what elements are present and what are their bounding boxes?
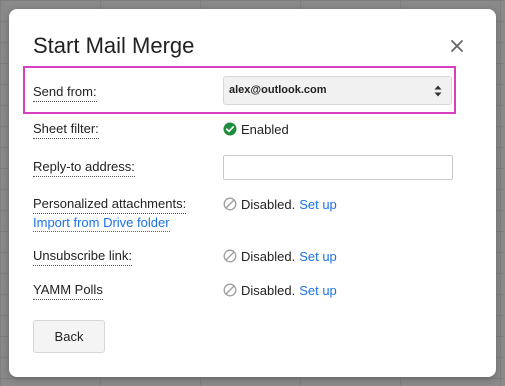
unsubscribe-setup-link[interactable]: Set up (299, 249, 337, 264)
import-drive-folder-link[interactable]: Import from Drive folder (33, 215, 170, 232)
reply-to-input[interactable] (223, 155, 453, 180)
unsubscribe-label: Unsubscribe link: (33, 248, 132, 266)
unsubscribe-status: Disabled. (241, 248, 296, 264)
mail-merge-dialog: Start Mail Merge Send from: alex@outlook… (9, 9, 496, 377)
reply-to-label: Reply-to address: (33, 159, 135, 177)
attachments-status: Disabled. (241, 196, 296, 212)
send-from-select[interactable]: alex@outlook.com (223, 76, 452, 105)
sheet-filter-value: Enabled (223, 120, 289, 138)
disabled-circle-icon (223, 249, 237, 263)
unsubscribe-value: Disabled. Set up (223, 247, 337, 265)
polls-status: Disabled. (241, 282, 296, 298)
close-icon (451, 40, 463, 52)
sheet-filter-status: Enabled (241, 121, 289, 137)
attachments-label: Personalized attachments: (33, 196, 187, 214)
attachments-setup-link[interactable]: Set up (299, 197, 337, 212)
send-from-selected-value: alex@outlook.com (229, 84, 327, 96)
sheet-filter-label: Sheet filter: (33, 121, 99, 139)
attachments-value: Disabled. Set up (223, 195, 337, 213)
back-button[interactable]: Back (33, 320, 105, 353)
up-down-arrows-icon (434, 85, 442, 97)
disabled-circle-icon (223, 283, 237, 297)
polls-setup-link[interactable]: Set up (299, 283, 337, 298)
check-circle-icon (223, 122, 237, 136)
close-button[interactable] (445, 34, 469, 58)
dialog-title: Start Mail Merge (33, 33, 195, 58)
polls-label: YAMM Polls (33, 282, 103, 300)
disabled-circle-icon (223, 197, 237, 211)
send-from-label: Send from: (33, 84, 97, 102)
polls-value: Disabled. Set up (223, 281, 337, 299)
